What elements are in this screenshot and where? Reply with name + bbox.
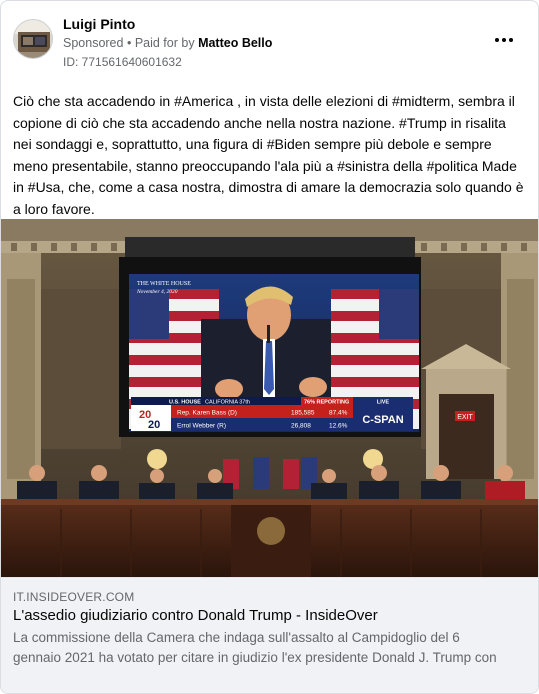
- more-horizontal-icon: [494, 38, 515, 42]
- post-text-line: in #Usa, che, come a casa nostra, dimost…: [13, 179, 524, 195]
- post-text-line: a loro favore.: [13, 200, 95, 217]
- paid-for-name: Matteo Bello: [198, 36, 273, 50]
- avatar-image: [14, 20, 52, 58]
- candidate-1-votes: 185,585: [291, 410, 315, 417]
- link-title[interactable]: L'assedio giudiziario contro Donald Trum…: [13, 607, 378, 624]
- candidate-1-name: Rep. Karen Bass (D): [177, 410, 237, 417]
- post-text-line: nei sondaggi e, soprattutto, una figura …: [13, 136, 492, 152]
- post-header: Luigi Pinto Sponsored • Paid for by Matt…: [13, 16, 526, 72]
- author-name[interactable]: Luigi Pinto: [63, 16, 135, 32]
- post-text-line: Ciò che sta accadendo in #America , in v…: [13, 93, 515, 109]
- candidate-1-pct: 87.4%: [329, 410, 348, 417]
- ad-id: ID: 771561640601632: [63, 55, 182, 69]
- link-description-line: gennaio 2021 ha votato per citare in giu…: [13, 650, 497, 665]
- candidate-2-pct: 12.6%: [329, 423, 348, 430]
- link-preview[interactable]: IT.INSIDEOVER.COM L'assedio giudiziario …: [1, 577, 538, 693]
- tv-district: CALIFORNIA 37th: [205, 400, 250, 406]
- tv-reporting: 76% REPORTING: [304, 400, 349, 406]
- tv-logo-b: 20: [148, 419, 160, 431]
- tv-state: U.S. HOUSE: [169, 400, 201, 406]
- sponsored-label[interactable]: Sponsored: [63, 36, 123, 50]
- avatar[interactable]: [13, 19, 53, 59]
- link-description-line: La commissione della Camera che indaga s…: [13, 630, 460, 645]
- more-options-button[interactable]: [490, 30, 518, 50]
- screen-date: November 4, 2020: [136, 288, 178, 295]
- separator-dot: •: [126, 36, 135, 50]
- hearing-room-photo: EXIT THE WHITE HOUSE November 4, 2020 U.…: [1, 219, 538, 577]
- candidate-2-name: Errol Webber (R): [177, 423, 226, 430]
- screen-header: THE WHITE HOUSE: [137, 281, 191, 287]
- link-domain: IT.INSIDEOVER.COM: [13, 590, 135, 604]
- sponsored-post-card: Luigi Pinto Sponsored • Paid for by Matt…: [0, 0, 539, 694]
- tv-live: LIVE: [377, 400, 390, 406]
- post-text-line: copione di ciò che sta accadendo anche n…: [13, 114, 506, 131]
- sponsor-line: Sponsored • Paid for by Matteo Bello: [63, 36, 272, 50]
- paid-for-prefix: Paid for by: [134, 36, 195, 50]
- link-description: La commissione della Camera che indaga s…: [13, 628, 528, 668]
- candidate-2-votes: 26,808: [291, 423, 311, 430]
- post-text: Ciò che sta accadendo in #America , in v…: [13, 91, 528, 220]
- exit-sign: EXIT: [457, 414, 473, 421]
- post-text-line: meno presentabile, stanno preoccupando l…: [13, 157, 517, 174]
- tv-network: C-SPAN: [362, 414, 403, 426]
- link-image[interactable]: EXIT THE WHITE HOUSE November 4, 2020 U.…: [1, 219, 538, 577]
